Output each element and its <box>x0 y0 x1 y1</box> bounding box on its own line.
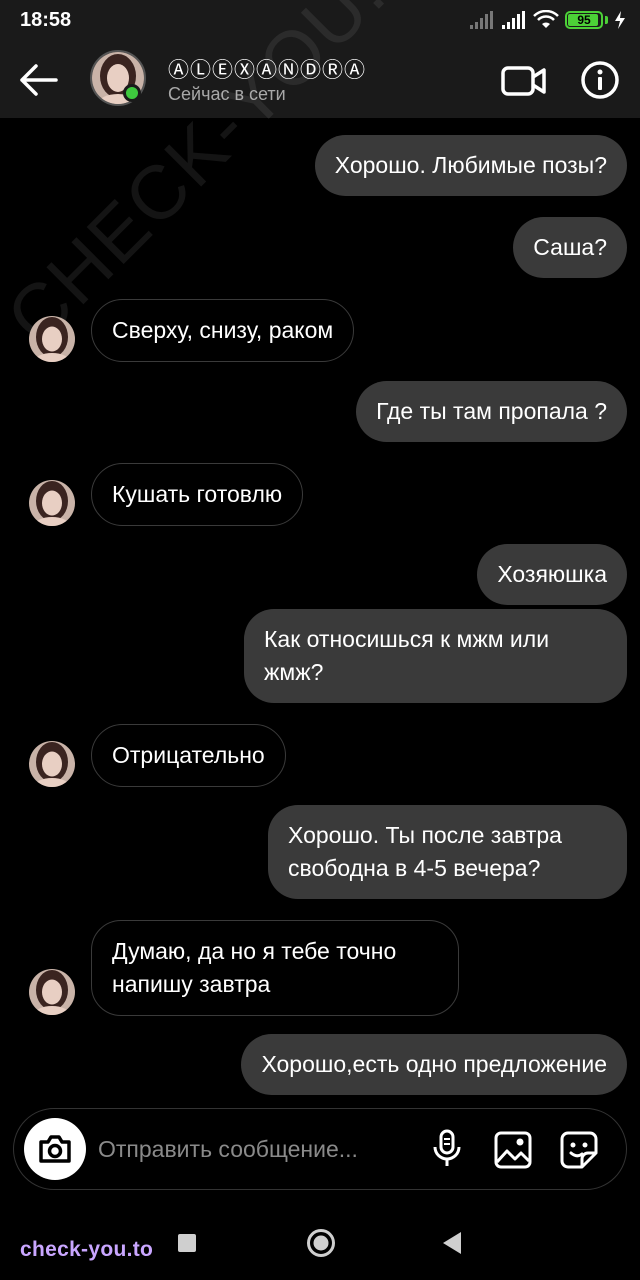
avatar <box>29 969 75 1015</box>
back-triangle-icon[interactable] <box>440 1230 464 1256</box>
message-bubble[interactable]: Сверху, снизу, раком <box>91 299 355 362</box>
battery-tip <box>605 16 608 24</box>
message-bubble[interactable]: Кушать готовлю <box>91 463 304 526</box>
camera-button[interactable] <box>24 1118 86 1180</box>
avatar <box>29 480 75 526</box>
signal-icon <box>502 11 525 29</box>
message-composer <box>13 1108 627 1190</box>
message-bubble[interactable]: Саша? <box>513 217 627 278</box>
message-input[interactable] <box>98 1133 418 1165</box>
info-icon[interactable] <box>580 60 620 100</box>
message-bubble[interactable]: Где ты там пропала ? <box>356 381 627 442</box>
battery-percent: 95 <box>577 13 591 27</box>
recent-apps-button[interactable] <box>178 1234 196 1252</box>
video-call-icon[interactable] <box>500 60 548 100</box>
online-indicator <box>123 84 141 102</box>
system-nav-bar: check-you.to <box>0 1208 640 1280</box>
message-bubble[interactable]: Хорошо. Ты после завтра свободна в 4-5 в… <box>268 805 627 899</box>
charging-icon <box>615 11 625 29</box>
battery-icon: 95 <box>565 11 603 29</box>
status-time: 18:58 <box>20 9 72 31</box>
signal-icon <box>470 11 493 29</box>
sticker-icon[interactable] <box>558 1129 600 1171</box>
message-bubble[interactable]: Хорошо. Любимые позы? <box>314 135 627 196</box>
status-bar: 18:58 95 <box>0 0 640 40</box>
home-button[interactable] <box>306 1228 336 1258</box>
message-bubble[interactable]: Как относишься к мжм или жмж? <box>244 609 627 703</box>
contact-name[interactable]: ⒶⓁⒺⓍⒶⓃⒹⓇⒶ <box>168 54 366 84</box>
message-bubble[interactable]: Думаю, да но я тебе точно напишу завтра <box>91 920 459 1016</box>
watermark-text: check-you.to <box>20 1238 154 1261</box>
message-bubble[interactable]: Хорошо,есть одно предложение <box>241 1034 627 1095</box>
status-icons: 95 <box>469 8 626 32</box>
message-bubble[interactable]: Хозяюшка <box>477 544 627 605</box>
contact-status: Сейчас в сети <box>168 84 286 104</box>
camera-icon <box>39 1135 71 1163</box>
message-bubble[interactable]: Отрицательно <box>91 724 286 787</box>
avatar <box>29 316 75 362</box>
microphone-icon[interactable] <box>430 1129 464 1169</box>
wifi-icon <box>533 10 559 28</box>
chat-header: ⒶⓁⒺⓍⒶⓃⒹⓇⒶ Сейчас в сети <box>0 40 640 118</box>
avatar <box>29 741 75 787</box>
gallery-icon[interactable] <box>494 1131 532 1169</box>
back-arrow-icon[interactable] <box>16 58 60 102</box>
